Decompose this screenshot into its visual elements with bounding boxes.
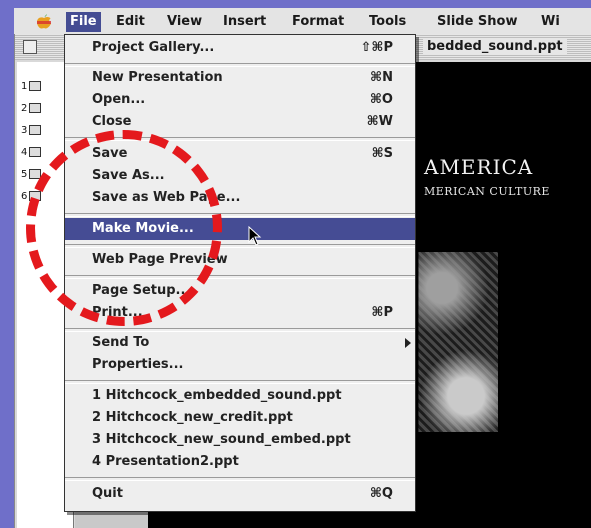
slide-thumb-5[interactable]: 5 bbox=[21, 164, 42, 186]
menu-separator bbox=[65, 213, 415, 217]
menu-item-recent-4[interactable]: 4 Presentation2.ppt bbox=[65, 451, 415, 473]
menu-item-label: Save As... bbox=[92, 168, 165, 183]
slide-icon bbox=[29, 125, 42, 135]
slide-icon bbox=[29, 169, 42, 179]
menu-item-page-setup[interactable]: Page Setup... bbox=[65, 280, 415, 302]
slide-number: 3 bbox=[21, 125, 28, 136]
menu-format[interactable]: Format bbox=[288, 12, 348, 32]
menu-insert[interactable]: Insert bbox=[219, 12, 270, 32]
slide-icon bbox=[29, 191, 42, 201]
menu-edit[interactable]: Edit bbox=[112, 12, 149, 32]
menu-item-label: 1 Hitchcock_embedded_sound.ppt bbox=[92, 388, 342, 403]
menu-separator bbox=[65, 275, 415, 279]
menu-item-shortcut: ⌘W bbox=[366, 114, 393, 129]
menu-separator bbox=[65, 244, 415, 248]
slide-thumb-3[interactable]: 3 bbox=[21, 120, 42, 142]
slide-photo-image bbox=[418, 252, 498, 432]
slide-icon bbox=[29, 147, 42, 157]
file-menu: Project Gallery... ⇧⌘P New Presentation ⌘N… bbox=[64, 34, 416, 512]
menu-item-label: Print... bbox=[92, 305, 143, 320]
menu-item-label: Properties... bbox=[92, 357, 184, 372]
menu-item-label: Project Gallery... bbox=[92, 40, 215, 55]
slide-icon bbox=[29, 103, 42, 113]
menu-item-label: Make Movie... bbox=[92, 221, 194, 236]
menu-file[interactable]: File bbox=[66, 12, 101, 32]
menu-item-save-as-web-page[interactable]: Save as Web Page... bbox=[65, 187, 415, 209]
slide-number: 5 bbox=[21, 169, 28, 180]
menu-item-shortcut: ⌘N bbox=[370, 70, 393, 85]
menu-item-label: 4 Presentation2.ppt bbox=[92, 454, 239, 469]
mouse-pointer-icon bbox=[248, 226, 262, 246]
menu-item-shortcut: ⌘P bbox=[371, 305, 393, 320]
menu-item-close[interactable]: Close ⌘W bbox=[65, 111, 415, 133]
submenu-arrow-icon bbox=[405, 338, 411, 348]
menu-item-make-movie[interactable]: Make Movie... bbox=[65, 218, 415, 240]
menu-item-label: Save bbox=[92, 146, 128, 161]
menu-item-label: 3 Hitchcock_new_sound_embed.ppt bbox=[92, 432, 351, 447]
menu-item-shortcut: ⌘Q bbox=[369, 486, 393, 501]
menu-item-label: Open... bbox=[92, 92, 146, 107]
slide-subtitle: MERICAN CULTURE bbox=[424, 185, 550, 198]
menu-item-save[interactable]: Save ⌘S bbox=[65, 143, 415, 165]
slide-title: AMERICA bbox=[424, 155, 534, 179]
slide-number: 6 bbox=[21, 191, 28, 202]
menu-slide-show[interactable]: Slide Show bbox=[433, 12, 521, 32]
menu-item-label: New Presentation bbox=[92, 70, 223, 85]
slide-number: 2 bbox=[21, 103, 28, 114]
slide-thumb-1[interactable]: 1 bbox=[21, 76, 42, 98]
menu-item-label: Send To bbox=[92, 335, 150, 350]
menu-item-label: Close bbox=[92, 114, 132, 129]
slide-thumb-2[interactable]: 2 bbox=[21, 98, 42, 120]
menu-item-label: Page Setup... bbox=[92, 283, 191, 298]
menu-item-shortcut: ⌘S bbox=[371, 146, 393, 161]
menu-item-recent-3[interactable]: 3 Hitchcock_new_sound_embed.ppt bbox=[65, 429, 415, 451]
menu-item-web-page-preview[interactable]: Web Page Preview bbox=[65, 249, 415, 271]
menu-tools[interactable]: Tools bbox=[365, 12, 410, 32]
menu-item-recent-2[interactable]: 2 Hitchcock_new_credit.ppt bbox=[65, 407, 415, 429]
menu-item-new-presentation[interactable]: New Presentation ⌘N bbox=[65, 67, 415, 89]
menu-separator bbox=[65, 477, 415, 481]
menu-item-quit[interactable]: Quit ⌘Q bbox=[65, 483, 415, 505]
menu-item-properties[interactable]: Properties... bbox=[65, 354, 415, 376]
menu-bar: File Edit View Insert Format Tools Slide… bbox=[14, 8, 591, 35]
menu-item-shortcut: ⌘O bbox=[369, 92, 393, 107]
menu-item-send-to[interactable]: Send To bbox=[65, 332, 415, 354]
menu-item-label: Save as Web Page... bbox=[92, 190, 241, 205]
menu-item-open[interactable]: Open... ⌘O bbox=[65, 89, 415, 111]
menu-item-print[interactable]: Print... ⌘P bbox=[65, 302, 415, 324]
menu-item-label: 2 Hitchcock_new_credit.ppt bbox=[92, 410, 293, 425]
menu-item-recent-1[interactable]: 1 Hitchcock_embedded_sound.ppt bbox=[65, 385, 415, 407]
slide-icon bbox=[29, 81, 42, 91]
slide-thumb-4[interactable]: 4 bbox=[21, 142, 42, 164]
menu-view[interactable]: View bbox=[163, 12, 206, 32]
menu-item-project-gallery[interactable]: Project Gallery... ⇧⌘P bbox=[65, 37, 415, 59]
menu-item-label: Web Page Preview bbox=[92, 252, 228, 267]
menu-item-shortcut: ⇧⌘P bbox=[360, 40, 393, 55]
menu-item-save-as[interactable]: Save As... bbox=[65, 165, 415, 187]
slide-number: 4 bbox=[21, 147, 28, 158]
slide-number: 1 bbox=[21, 81, 28, 92]
menu-separator bbox=[65, 380, 415, 384]
window-title: bedded_sound.ppt bbox=[423, 39, 567, 54]
menu-item-label: Quit bbox=[92, 486, 123, 501]
apple-icon[interactable] bbox=[34, 12, 54, 30]
menu-window[interactable]: Wi bbox=[537, 12, 564, 32]
slide-thumb-6[interactable]: 6 bbox=[21, 186, 42, 208]
menu-separator bbox=[65, 137, 415, 141]
close-box-icon[interactable] bbox=[23, 40, 37, 54]
